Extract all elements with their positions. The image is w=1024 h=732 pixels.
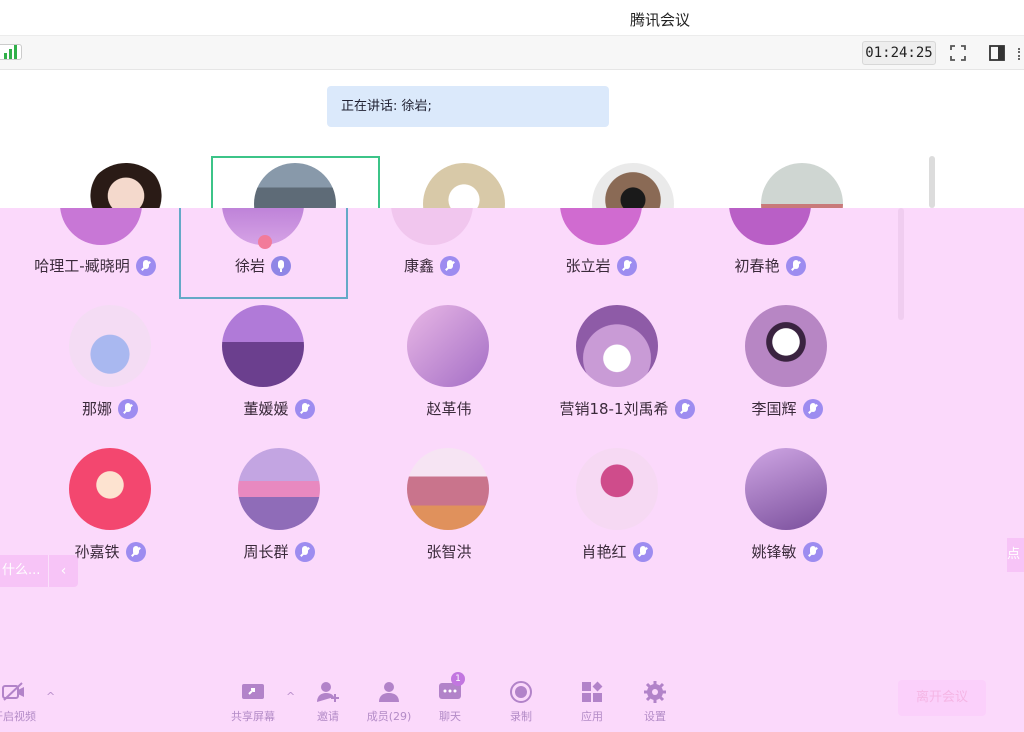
participant-avatar[interactable] — [69, 448, 151, 530]
speaking-banner: 正在讲话: 徐岩; — [327, 86, 609, 127]
scrollbar[interactable] — [929, 156, 935, 208]
apps-button[interactable]: 应用 — [564, 680, 620, 724]
share-screen-icon — [242, 684, 264, 699]
participant-label: 营销18-1刘禹希 — [532, 398, 722, 420]
meeting-controls: 开启视频 ^ 共享屏幕 ^ 邀请 成员(29) 1 聊天 录制 应用 设置 — [0, 668, 1024, 732]
participant-label: 初春艳 — [685, 255, 855, 277]
mic-muted-icon — [802, 399, 823, 419]
participant-label: 张立岩 — [516, 255, 686, 277]
members-icon — [379, 682, 399, 702]
participant-avatar[interactable] — [222, 305, 304, 387]
participant-label: 张智洪 — [426, 543, 472, 561]
leave-meeting-button[interactable]: 离开会议 — [898, 680, 986, 716]
gear-icon — [644, 681, 666, 703]
participant-avatar[interactable] — [407, 448, 489, 530]
video-off-icon — [2, 682, 24, 701]
participant-label: 赵革伟 — [426, 400, 472, 418]
mic-muted-icon — [118, 399, 138, 419]
chat-badge: 1 — [451, 672, 465, 686]
mic-icon — [271, 256, 291, 276]
share-screen-button[interactable]: 共享屏幕 — [225, 680, 281, 724]
mic-muted-icon — [616, 256, 637, 276]
fullscreen-icon[interactable] — [949, 44, 967, 62]
participant-avatar[interactable] — [407, 305, 489, 387]
participant-label: 姚锋敏 — [702, 541, 872, 563]
participant-label: 肖艳红 — [532, 541, 702, 563]
participant-avatar[interactable] — [238, 448, 320, 530]
participant-label: 康鑫 — [347, 255, 517, 277]
network-signal-icon[interactable] — [0, 44, 22, 60]
chevron-up-icon[interactable]: ^ — [46, 690, 55, 703]
participant-label: 哈理工-臧晓明 — [10, 255, 180, 277]
sidebar-toggle-icon[interactable] — [988, 44, 1006, 62]
participant-label: 周长群 — [194, 541, 364, 563]
side-panel-tab-left[interactable]: 什么... ‹ — [0, 555, 78, 587]
participant-label: 那娜 — [25, 398, 195, 420]
mic-muted-icon — [632, 542, 653, 562]
mic-muted-icon — [440, 256, 460, 276]
mic-muted-icon — [294, 542, 315, 562]
members-button[interactable]: 成员(29) — [361, 680, 417, 724]
scrollbar-overlay[interactable] — [898, 208, 904, 320]
chat-icon: 1 — [437, 672, 465, 704]
mic-muted-icon — [125, 542, 146, 562]
mic-muted-icon — [674, 399, 695, 419]
record-icon — [510, 681, 532, 703]
meeting-toolbar: 01:24:25 — [0, 36, 1024, 70]
participant-label: 董媛媛 — [194, 398, 364, 420]
more-icon[interactable] — [1018, 48, 1021, 60]
settings-button[interactable]: 设置 — [627, 680, 683, 724]
participant-avatar[interactable] — [576, 305, 658, 387]
window-title: 腾讯会议 — [630, 11, 691, 29]
record-button[interactable]: 录制 — [493, 680, 549, 724]
mic-muted-icon — [294, 399, 315, 419]
mic-muted-icon — [802, 542, 823, 562]
participant-avatar[interactable] — [745, 305, 827, 387]
title-bar: 腾讯会议 — [0, 0, 1024, 36]
invite-button[interactable]: 邀请 — [300, 680, 356, 724]
participant-avatar[interactable] — [745, 448, 827, 530]
participant-label: 徐岩 — [178, 255, 348, 277]
meeting-timer: 01:24:25 — [862, 41, 936, 65]
chevron-left-icon[interactable]: ‹ — [48, 555, 78, 587]
mic-muted-icon — [785, 256, 806, 276]
participant-avatar[interactable] — [69, 305, 151, 387]
participant-avatar[interactable] — [576, 448, 658, 530]
chat-button[interactable]: 1 聊天 — [422, 672, 478, 724]
participant-label: 李国辉 — [702, 398, 872, 420]
video-button[interactable]: 开启视频 — [0, 680, 42, 724]
chevron-up-icon[interactable]: ^ — [286, 690, 295, 703]
mic-muted-icon — [135, 256, 156, 276]
side-panel-tab-right[interactable]: 点 — [1007, 538, 1024, 572]
invite-icon — [317, 682, 339, 702]
video-gallery — [0, 208, 1024, 732]
active-speaker-frame-shifted — [179, 208, 348, 299]
apps-icon — [582, 681, 603, 702]
